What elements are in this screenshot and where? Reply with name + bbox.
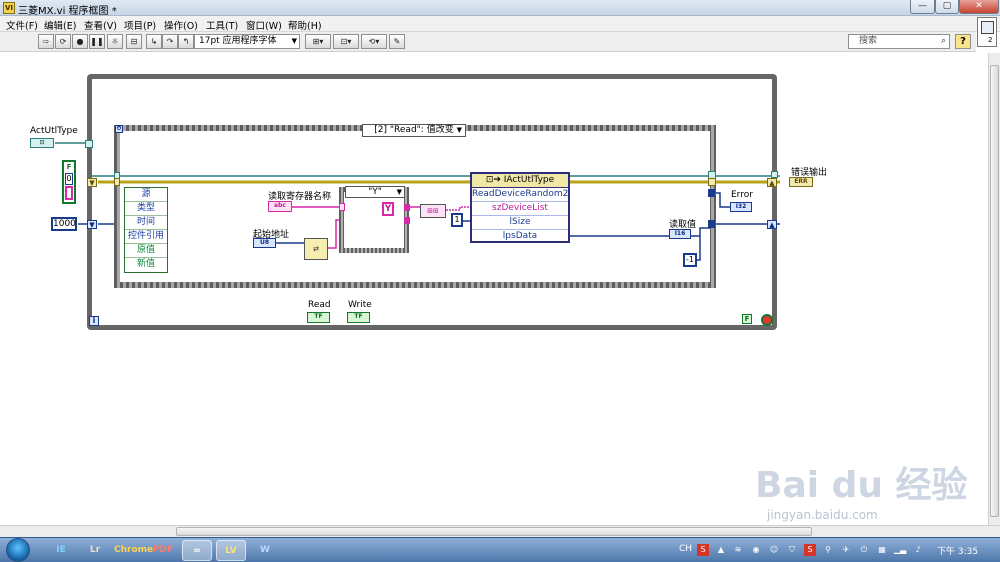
refnum-tunnel-out[interactable] (771, 171, 778, 178)
timeout-tunnel[interactable]: ▼ (87, 220, 97, 229)
taskbar: IE Lr Chrome PDF ∞ LV W CH S ▲ ≋ ◉ ☺ ⛉ S… (0, 537, 1000, 562)
event-data-node[interactable]: 源 类型 时间 控件引用 原值 新值 (124, 187, 168, 273)
register-name-control[interactable]: abc (268, 201, 292, 212)
read-shift-register-right[interactable]: ▲ (767, 220, 777, 229)
event-structure[interactable] (114, 125, 716, 288)
y-string-constant[interactable]: Y (382, 202, 394, 216)
event-error-tunnel[interactable] (114, 178, 120, 186)
event-data-ctlref: 控件引用 (125, 230, 167, 244)
stop-terminal-icon[interactable] (761, 314, 773, 326)
event-case-selector[interactable]: [2] "Read": 值改变 ▼ (362, 124, 466, 137)
vertical-scrollbar[interactable] (988, 53, 1000, 525)
taskbar-lr-icon[interactable]: Lr (80, 540, 110, 561)
chevron-down-icon: ▼ (456, 126, 462, 134)
wechat-icon[interactable]: ◉ (750, 544, 762, 556)
taskbar-clock[interactable]: 下午 3:35 (937, 544, 978, 557)
invoke-node[interactable]: ⊡➔ IActUtlType ReadDeviceRandom2 szDevic… (470, 172, 570, 243)
concatenate-strings-function[interactable]: ⊞⊞ (420, 204, 446, 218)
invoke-arrow-icon: ⊡➔ (485, 175, 504, 185)
vertical-scroll-thumb[interactable] (990, 65, 999, 517)
pink-array-element (65, 186, 73, 200)
tray-app-icon[interactable]: ✈ (840, 544, 852, 556)
timeout-constant[interactable]: 1000 (51, 217, 77, 231)
invoke-method[interactable]: ReadDeviceRandom2 (472, 188, 568, 202)
stop-constant[interactable]: F (742, 314, 752, 324)
invoke-class-text: IActUtlType (503, 175, 555, 185)
start-button-icon[interactable] (6, 538, 30, 562)
volume-icon[interactable]: ♪ (912, 544, 924, 556)
read-value-tunnel[interactable] (708, 220, 715, 228)
qq-icon[interactable]: ☺ (768, 544, 780, 556)
event-data-type: 类型 (125, 202, 167, 216)
default-value-constant[interactable]: -1 (683, 253, 697, 267)
taskbar-word-icon[interactable]: W (250, 540, 280, 561)
error-indicator[interactable]: I32 (730, 202, 752, 212)
actutltype-refnum-control[interactable]: ⊡ (30, 138, 54, 148)
actutltype-label: ActUtlType (30, 126, 78, 136)
inner-case-selector[interactable]: "Y" ▼ (345, 186, 405, 198)
event-data-newval: 新值 (136, 259, 155, 269)
taskbar-labview-project-icon[interactable]: ∞ (182, 540, 212, 561)
sogou-tray-icon[interactable]: S (804, 544, 816, 556)
error-shift-register-right[interactable]: ▲ (767, 178, 777, 187)
event-data-oldval: 原值 (125, 244, 167, 258)
error-code-tunnel[interactable] (708, 189, 715, 197)
wifi-icon[interactable]: ≋ (732, 544, 744, 556)
input-method-indicator[interactable]: CH (679, 544, 692, 554)
inner-case-label: "Y" (368, 187, 382, 197)
usb-icon[interactable]: ⚲ (822, 544, 834, 556)
write-button-label: Write (348, 300, 372, 310)
power-icon[interactable]: ⏻ (858, 544, 870, 556)
array-index-display: 0 (65, 173, 73, 185)
inner-case-selector-terminal[interactable] (339, 203, 345, 211)
horizontal-scrollbar[interactable] (0, 525, 1000, 537)
shield-icon[interactable]: ⛉ (786, 544, 798, 556)
event-data-source: 源 (125, 188, 167, 202)
invoke-param-data[interactable]: lpsData (472, 230, 568, 244)
network-icon[interactable]: ▦ (876, 544, 888, 556)
tray-arrow-icon[interactable]: ▲ (715, 544, 727, 556)
invoke-param-size[interactable]: lSize (472, 216, 568, 230)
signal-icon[interactable]: ▁▃ (894, 544, 906, 556)
watermark-sub: jingyan.baidu.com (767, 508, 878, 522)
read-button-terminal[interactable]: TF (307, 312, 330, 323)
chevron-down-icon: ▼ (396, 188, 402, 196)
taskbar-chrome-icon[interactable]: Chrome (114, 540, 153, 561)
event-data-time: 时间 (125, 216, 167, 230)
write-button-terminal[interactable]: TF (347, 312, 370, 323)
inner-case-output-tunnel-2[interactable] (404, 217, 410, 224)
watermark-main: Bai du 经验 (755, 465, 968, 506)
start-address-control[interactable]: U8 (253, 238, 276, 248)
error-out-indicator[interactable]: ERR (789, 177, 813, 187)
event-timeout-terminal[interactable]: ⏱ (115, 125, 123, 133)
refnum-tunnel-left[interactable] (85, 140, 93, 148)
taskbar-labview-vi-icon[interactable]: LV (216, 540, 246, 561)
read-value-indicator[interactable]: I16 (669, 229, 691, 239)
horizontal-scroll-thumb[interactable] (176, 527, 812, 536)
invoke-node-class: ⊡➔ IActUtlType (472, 174, 568, 188)
error-tunnel-right[interactable] (708, 178, 716, 186)
number-to-string-function[interactable]: ⇄ (304, 238, 328, 260)
taskbar-pdf-icon[interactable]: PDF (148, 540, 178, 561)
boolean-constant-text: F (66, 163, 72, 171)
invoke-param-device-list[interactable]: szDeviceList (472, 202, 568, 216)
taskbar-ie-icon[interactable]: IE (46, 540, 76, 561)
error-shift-register-left[interactable]: ▼ (87, 178, 97, 187)
loop-iteration-terminal[interactable]: i (89, 316, 99, 326)
size-constant[interactable]: 1 (451, 213, 463, 227)
read-button-label: Read (308, 300, 331, 310)
sogou-icon[interactable]: S (697, 544, 709, 556)
inner-case-output-tunnel[interactable] (404, 204, 410, 211)
baidu-watermark: Bai du 经验 jingyan.baidu.com (755, 456, 985, 526)
error-indicator-label: Error (731, 190, 753, 200)
event-case-label: [2] "Read": 值改变 (374, 125, 454, 135)
boolean-array-constant[interactable]: F 0 (62, 160, 76, 204)
